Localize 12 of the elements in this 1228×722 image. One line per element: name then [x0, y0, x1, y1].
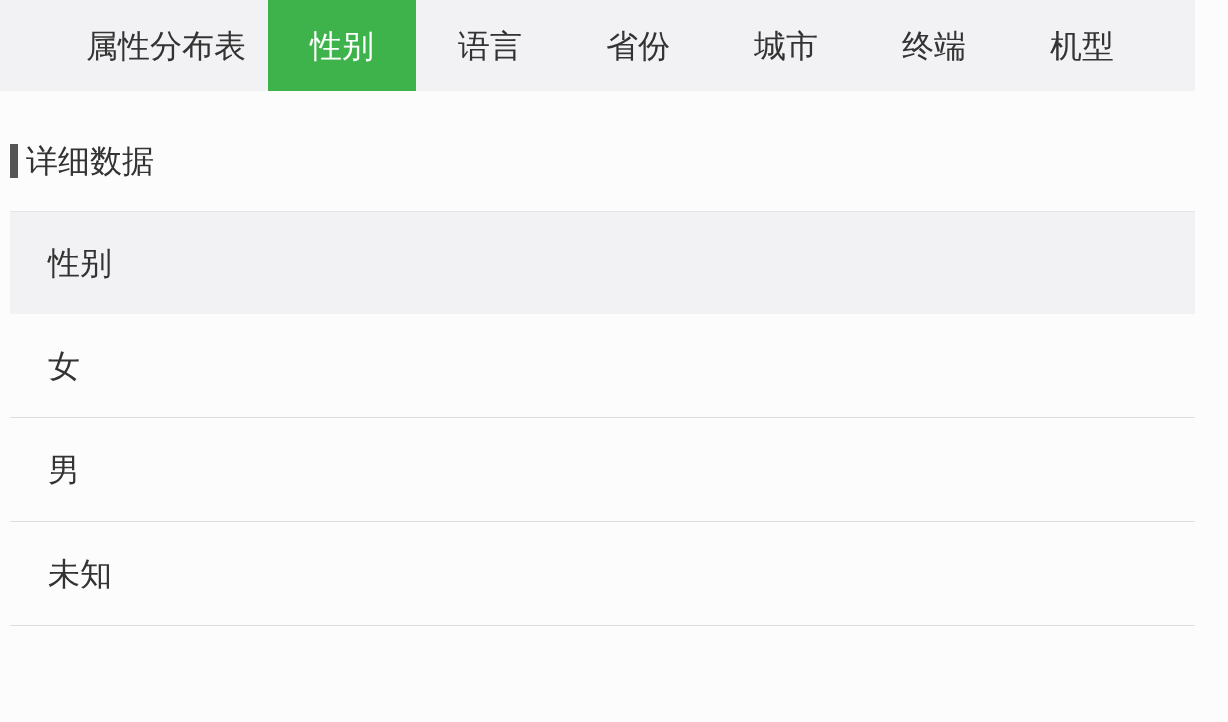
table-cell-text: 女 — [48, 345, 80, 387]
table-cell-text: 男 — [48, 449, 80, 491]
tab[interactable]: 省份 — [564, 0, 712, 91]
tab[interactable]: 属性分布表 — [64, 0, 268, 91]
tab[interactable]: 语言 — [416, 0, 564, 91]
tab[interactable]: 机型 — [1008, 0, 1156, 91]
column-header: 性别 — [48, 243, 112, 284]
section-title: 详细数据 — [26, 141, 154, 182]
heading-marker — [10, 144, 18, 178]
table-cell-text: 未知 — [48, 553, 112, 595]
tab[interactable]: 城市 — [712, 0, 860, 91]
tab[interactable]: 终端 — [860, 0, 1008, 91]
